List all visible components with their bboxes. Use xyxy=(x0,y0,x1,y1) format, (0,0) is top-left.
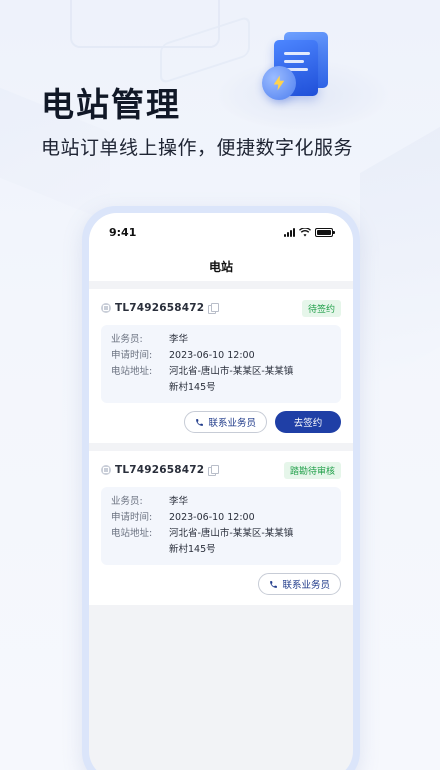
copy-icon[interactable] xyxy=(208,465,220,476)
contact-salesperson-button[interactable]: 联系业务员 xyxy=(184,411,267,433)
order-card[interactable]: TL7492658472 踏勘待审核 业务员: 李华 申请时间: 2023-06… xyxy=(89,451,353,605)
phone-frame: 9:41 电站 TL7492658472 待签约 业务员: 李华 申请时间: 2… xyxy=(82,206,360,770)
apply-time-value: 2023-06-10 12:00 xyxy=(169,350,255,361)
order-card-header: TL7492658472 踏勘待审核 xyxy=(101,461,341,479)
info-row-apply-time: 申请时间: 2023-06-10 12:00 xyxy=(111,348,331,364)
phone-icon xyxy=(269,580,278,589)
signal-icon xyxy=(284,227,295,237)
info-row-salesperson: 业务员: 李华 xyxy=(111,494,331,510)
info-row-apply-time: 申请时间: 2023-06-10 12:00 xyxy=(111,510,331,526)
address-line: 新村145号 xyxy=(169,382,216,393)
background-decoration xyxy=(160,15,250,85)
wifi-icon xyxy=(299,227,311,237)
contact-salesperson-label: 联系业务员 xyxy=(208,418,256,429)
status-bar: 9:41 xyxy=(89,213,353,251)
order-actions: 联系业务员 xyxy=(101,573,341,595)
background-decoration xyxy=(70,0,220,48)
status-icons xyxy=(284,227,335,237)
status-time: 9:41 xyxy=(109,225,137,239)
order-id-group: TL7492658472 xyxy=(101,302,220,314)
hero-title: 电站管理 xyxy=(41,85,181,124)
order-id: TL7492658472 xyxy=(115,464,205,476)
order-list: TL7492658472 待签约 业务员: 李华 申请时间: 2023-06-1… xyxy=(89,281,353,605)
contact-salesperson-button[interactable]: 联系业务员 xyxy=(258,573,341,595)
order-id: TL7492658472 xyxy=(115,302,205,314)
info-row-salesperson: 业务员: 李华 xyxy=(111,332,331,348)
info-label: 业务员: xyxy=(111,496,143,507)
salesperson-value: 李华 xyxy=(169,334,189,345)
address-line: 河北省-唐山市-某某区-某某镇 xyxy=(169,366,294,377)
info-label: 电站地址: xyxy=(111,366,153,377)
contact-salesperson-label: 联系业务员 xyxy=(282,580,330,591)
order-info: 业务员: 李华 申请时间: 2023-06-10 12:00 电站地址: 河北省… xyxy=(101,487,341,565)
document-lightning-icon xyxy=(262,32,332,102)
info-label: 业务员: xyxy=(111,334,143,345)
lightning-icon xyxy=(262,66,296,100)
order-info: 业务员: 李华 申请时间: 2023-06-10 12:00 电站地址: 河北省… xyxy=(101,325,341,403)
order-id-icon xyxy=(101,465,111,475)
address-value: 河北省-唐山市-某某区-某某镇 新村145号 xyxy=(169,526,293,558)
apply-time-value: 2023-06-10 12:00 xyxy=(169,512,255,523)
order-id-group: TL7492658472 xyxy=(101,464,220,476)
order-actions: 联系业务员 去签约 xyxy=(101,411,341,433)
background-decoration xyxy=(360,126,440,394)
salesperson-value: 李华 xyxy=(169,496,189,507)
phone-screen: 9:41 电站 TL7492658472 待签约 业务员: 李华 申请时间: 2… xyxy=(89,213,353,770)
status-badge: 踏勘待审核 xyxy=(283,461,341,479)
address-line: 新村145号 xyxy=(169,544,216,555)
copy-icon[interactable] xyxy=(208,303,220,314)
order-card[interactable]: TL7492658472 待签约 业务员: 李华 申请时间: 2023-06-1… xyxy=(89,289,353,443)
info-label: 申请时间: xyxy=(111,350,153,361)
page-title: 电站 xyxy=(208,259,233,274)
address-value: 河北省-唐山市-某某区-某某镇 新村145号 xyxy=(169,364,293,396)
address-line: 河北省-唐山市-某某区-某某镇 xyxy=(169,528,294,539)
battery-icon xyxy=(315,227,335,237)
info-row-address: 电站地址: 河北省-唐山市-某某区-某某镇 新村145号 xyxy=(111,364,331,396)
order-card-header: TL7492658472 待签约 xyxy=(101,299,341,317)
info-label: 申请时间: xyxy=(111,512,153,523)
go-sign-button[interactable]: 去签约 xyxy=(275,411,341,433)
order-id-icon xyxy=(101,303,111,313)
info-row-address: 电站地址: 河北省-唐山市-某某区-某某镇 新村145号 xyxy=(111,526,331,558)
phone-icon xyxy=(195,418,204,427)
info-label: 电站地址: xyxy=(111,528,153,539)
hero-subtitle: 电站订单线上操作，便捷数字化服务 xyxy=(41,137,354,159)
status-badge: 待签约 xyxy=(301,299,341,317)
nav-bar: 电站 xyxy=(89,251,353,281)
